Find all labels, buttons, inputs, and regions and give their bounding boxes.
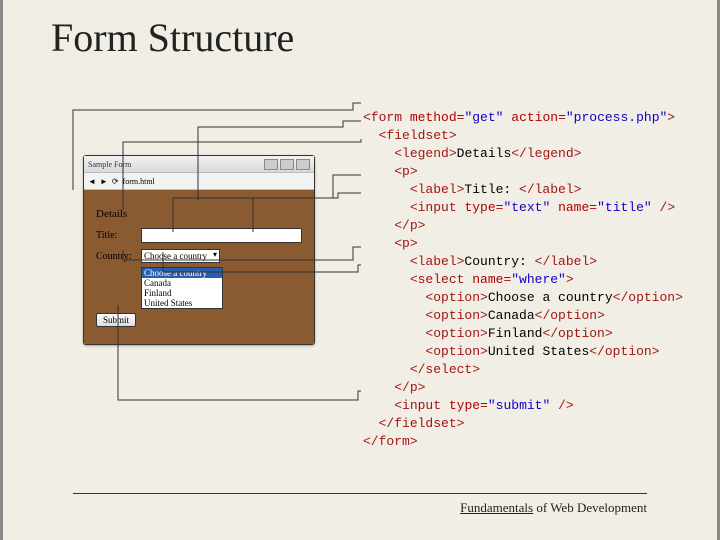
footer-rule [73, 493, 647, 494]
minimize-icon [264, 159, 278, 170]
figure-select-country: Choose a country [141, 249, 220, 263]
figure-body: Details Title: Country: Choose a country… [84, 190, 314, 344]
footer-underlined: Fundamentals [460, 500, 533, 515]
footer-text: Fundamentals of Web Development [460, 500, 647, 516]
figure-url: form.html [123, 177, 155, 186]
figure-option: Canada [142, 278, 222, 288]
footer-rest: of Web Development [533, 500, 647, 515]
slide-title: Form Structure [51, 14, 294, 61]
figure-row-title: Title: [96, 228, 302, 243]
figure-label-title: Title: [96, 230, 141, 241]
figure-option: United States [142, 298, 222, 308]
back-icon: ◄ [88, 177, 96, 186]
figure-option: Finland [142, 288, 222, 298]
maximize-icon [280, 159, 294, 170]
window-buttons [264, 159, 310, 170]
code-listing: <form method="get" action="process.php">… [363, 109, 683, 451]
figure-submit-button: Submit [96, 313, 136, 327]
figure-window-title: Sample Form [88, 160, 131, 169]
slide: Form Structure Sample Form ◄ ► ⟳ form.ht… [0, 0, 720, 540]
figure-label-country: Country: [96, 251, 141, 262]
figure-option: Choose a country [142, 268, 222, 278]
figure-titlebar: Sample Form [84, 156, 314, 173]
figure-legend: Details [96, 208, 302, 220]
figure-dropdown: Choose a country Canada Finland United S… [141, 267, 223, 309]
figure-row-country: Country: Choose a country [96, 249, 302, 263]
close-icon [296, 159, 310, 170]
figure-toolbar: ◄ ► ⟳ form.html [84, 173, 314, 190]
figure-input-title [141, 228, 302, 243]
form-figure: Sample Form ◄ ► ⟳ form.html Details Titl… [83, 155, 315, 345]
reload-icon: ⟳ [112, 177, 119, 186]
forward-icon: ► [100, 177, 108, 186]
